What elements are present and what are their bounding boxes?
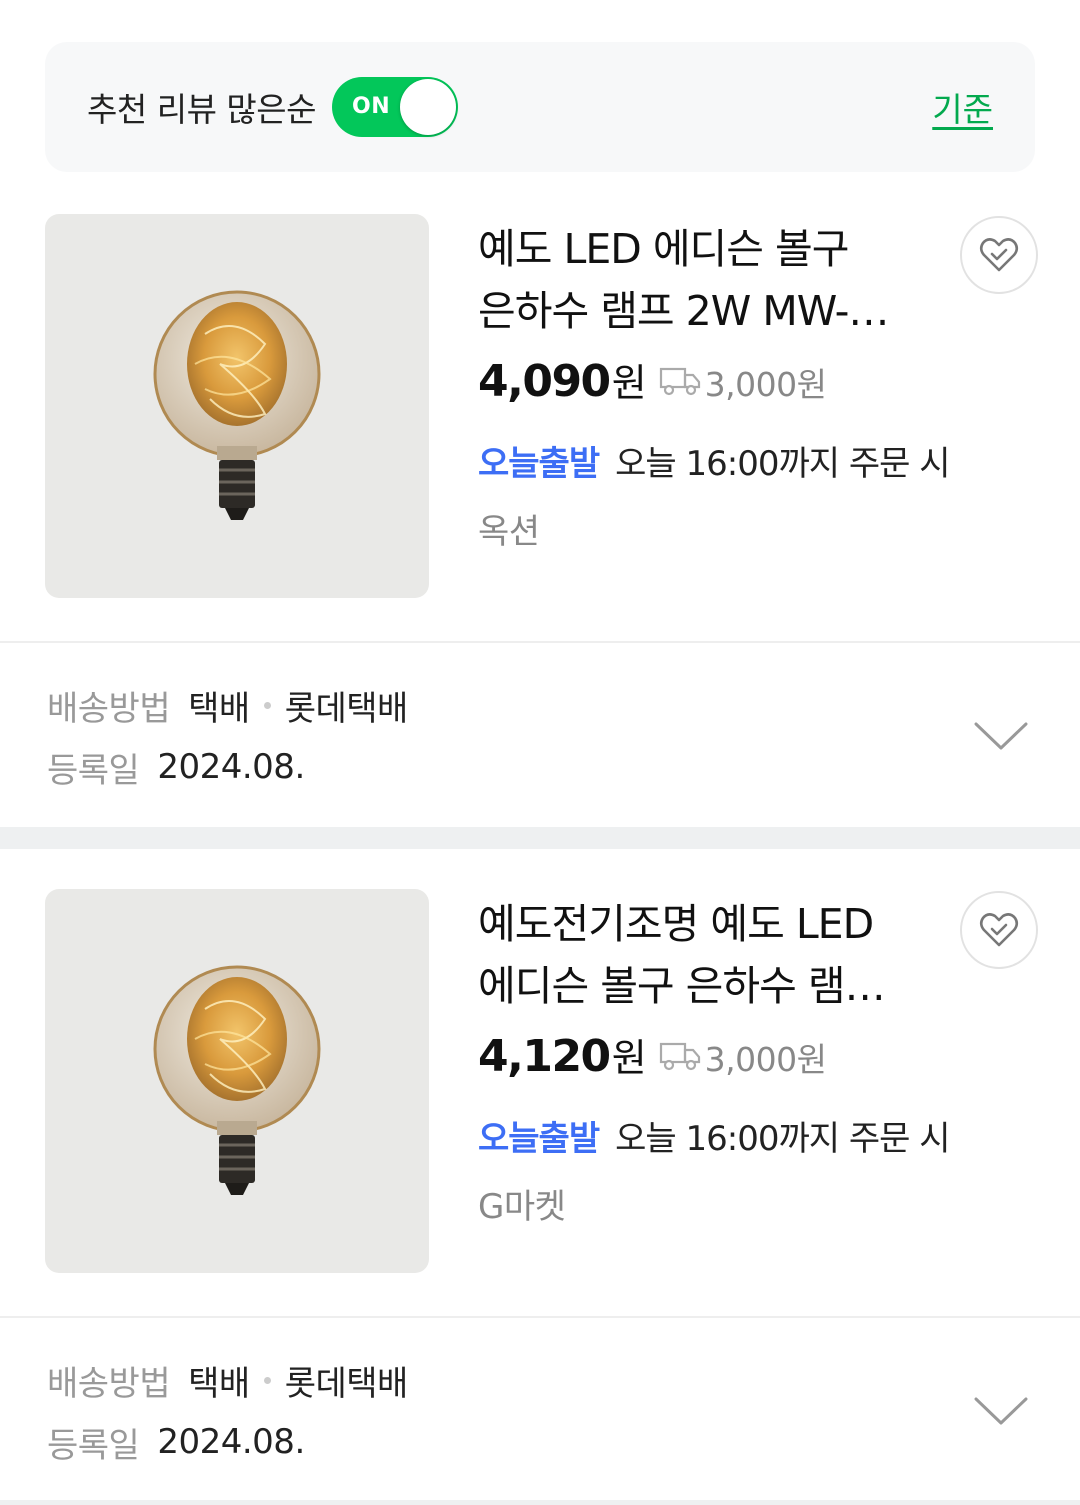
shipping-fee: 3,000원 [704, 365, 827, 404]
price-row: 4,090 원 3,000원 [478, 352, 827, 407]
product-title[interactable]: 예도전기조명 예도 LED 에디슨 볼구 은하수 램… [478, 893, 918, 1017]
shipping-method-value: 택배 [188, 1363, 250, 1404]
review-sort-toggle[interactable]: ON [332, 77, 458, 137]
today-shipping-badge: 오늘출발 [478, 444, 600, 484]
chevron-down-icon[interactable] [972, 718, 1030, 754]
registered-date-row: 등록일 2024.08. [47, 1411, 408, 1473]
registered-date-row: 등록일 2024.08. [47, 736, 408, 798]
product-title-line2: 에디슨 볼구 은하수 램… [478, 962, 886, 1010]
product-price: 4,090 [478, 356, 611, 407]
price-unit: 원 [611, 1036, 647, 1080]
seller-name[interactable]: G마켓 [478, 1179, 566, 1228]
courier-name: 롯데택배 [284, 688, 409, 729]
today-shipping-badge: 오늘출발 [478, 1119, 600, 1159]
chevron-down-icon[interactable] [972, 1393, 1030, 1429]
toggle-state-text: ON [352, 94, 391, 119]
product-meta: 배송방법 택배 롯데택배 등록일 2024.08. [47, 1349, 408, 1473]
registered-date-value: 2024.08. [157, 1422, 305, 1462]
delivery-info: 오늘출발 오늘 16:00까지 주문 시 [478, 1111, 951, 1160]
wishlist-button[interactable] [960, 891, 1038, 969]
review-sort-label: 추천 리뷰 많은순 [87, 90, 317, 129]
product-list-page: 추천 리뷰 많은순 ON 기준 예도 LED 에디슨 볼구 은하수 램프 2W … [0, 0, 1080, 1505]
product-title-line2: 은하수 램프 2W MW-… [478, 287, 889, 335]
shipping-method-label: 배송방법 [47, 688, 171, 729]
product-title-line1: 예도 LED 에디슨 볼구 [478, 225, 849, 273]
delivery-cutoff-text: 오늘 16:00까지 주문 시 [615, 444, 950, 484]
wishlist-button[interactable] [960, 216, 1038, 294]
bulb-image [153, 290, 321, 520]
registered-date-value: 2024.08. [157, 747, 305, 787]
sort-filter-bar: 추천 리뷰 많은순 ON 기준 [45, 42, 1035, 172]
registered-date-label: 등록일 [47, 750, 140, 791]
section-separator [0, 827, 1080, 849]
shipping-fee: 3,000원 [704, 1040, 827, 1079]
shipping-method-value: 택배 [188, 688, 250, 729]
courier-name: 롯데택배 [284, 1363, 409, 1404]
product-meta: 배송방법 택배 롯데택배 등록일 2024.08. [47, 674, 408, 798]
registered-date-label: 등록일 [47, 1425, 140, 1466]
separator-dot [263, 701, 271, 709]
delivery-info: 오늘출발 오늘 16:00까지 주문 시 [478, 436, 951, 485]
product-title-line1: 예도전기조명 예도 LED [478, 900, 874, 948]
heart-check-icon [979, 913, 1019, 947]
criteria-link[interactable]: 기준 [932, 83, 993, 131]
shipping-method-label: 배송방법 [47, 1363, 171, 1404]
seller-name[interactable]: 옥션 [478, 504, 540, 553]
price-unit: 원 [611, 361, 647, 405]
price-row: 4,120 원 3,000원 [478, 1027, 827, 1082]
truck-icon [659, 1042, 700, 1070]
toggle-knob [400, 79, 456, 135]
delivery-cutoff-text: 오늘 16:00까지 주문 시 [615, 1119, 950, 1159]
product-image[interactable] [45, 214, 429, 598]
bottom-divider [0, 1500, 1080, 1505]
bulb-image [153, 965, 321, 1195]
divider [0, 641, 1080, 643]
product-price: 4,120 [478, 1031, 611, 1082]
shipping-method-row: 배송방법 택배 롯데택배 [47, 1349, 408, 1411]
separator-dot [263, 1376, 271, 1384]
product-title[interactable]: 예도 LED 에디슨 볼구 은하수 램프 2W MW-… [478, 218, 918, 342]
heart-check-icon [979, 238, 1019, 272]
truck-icon [659, 367, 700, 395]
divider [0, 1316, 1080, 1318]
shipping-method-row: 배송방법 택배 롯데택배 [47, 674, 408, 736]
product-image[interactable] [45, 889, 429, 1273]
